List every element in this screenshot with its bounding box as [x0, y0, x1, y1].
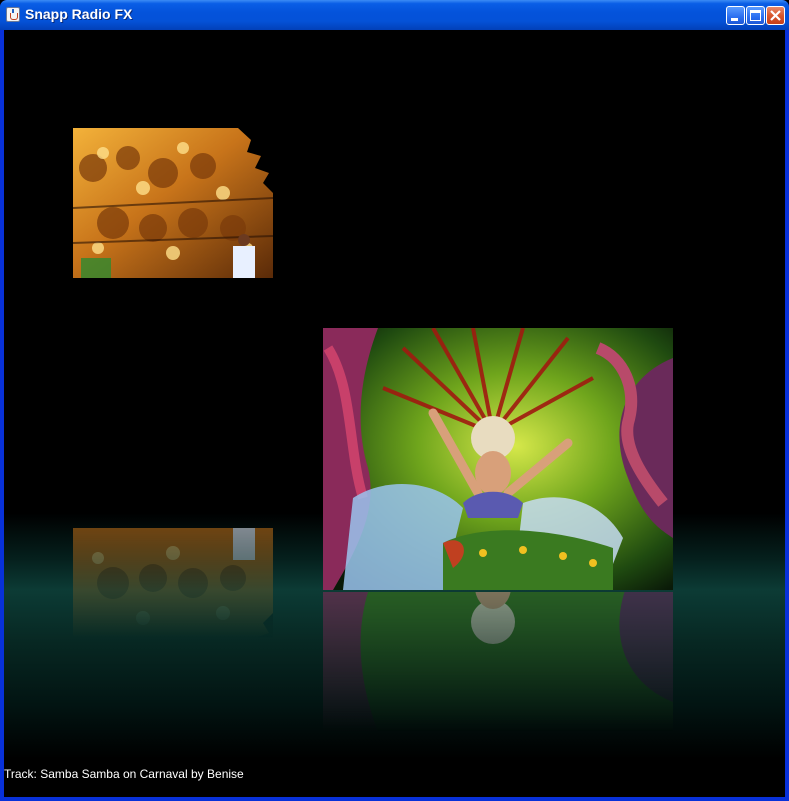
maximize-button[interactable] [746, 6, 765, 25]
java-cup-icon[interactable] [6, 7, 20, 22]
title-bar[interactable]: Snapp Radio FX [0, 0, 789, 30]
carnival-float-photo[interactable] [73, 128, 273, 278]
samba-dancer-reflection [323, 592, 673, 732]
track-prefix: Track: [4, 767, 37, 781]
visualizer-area: Track: Samba Samba on Carnaval by Benise [4, 30, 785, 797]
close-button[interactable] [766, 6, 785, 25]
app-window: Snapp Radio FX Track: Samba Samba on Car… [0, 0, 789, 801]
window-title: Snapp Radio FX [25, 6, 133, 22]
by-word: by [191, 767, 204, 781]
track-title: Samba Samba on Carnaval [40, 767, 188, 781]
track-status: Track: Samba Samba on Carnaval by Benise [4, 767, 244, 781]
close-icon [770, 10, 781, 21]
minimize-icon [731, 18, 738, 21]
maximize-icon [750, 10, 761, 21]
carnival-float-reflection [73, 528, 273, 638]
minimize-button[interactable] [726, 6, 745, 25]
track-artist: Benise [207, 767, 244, 781]
samba-dancer-photo[interactable] [323, 328, 673, 590]
